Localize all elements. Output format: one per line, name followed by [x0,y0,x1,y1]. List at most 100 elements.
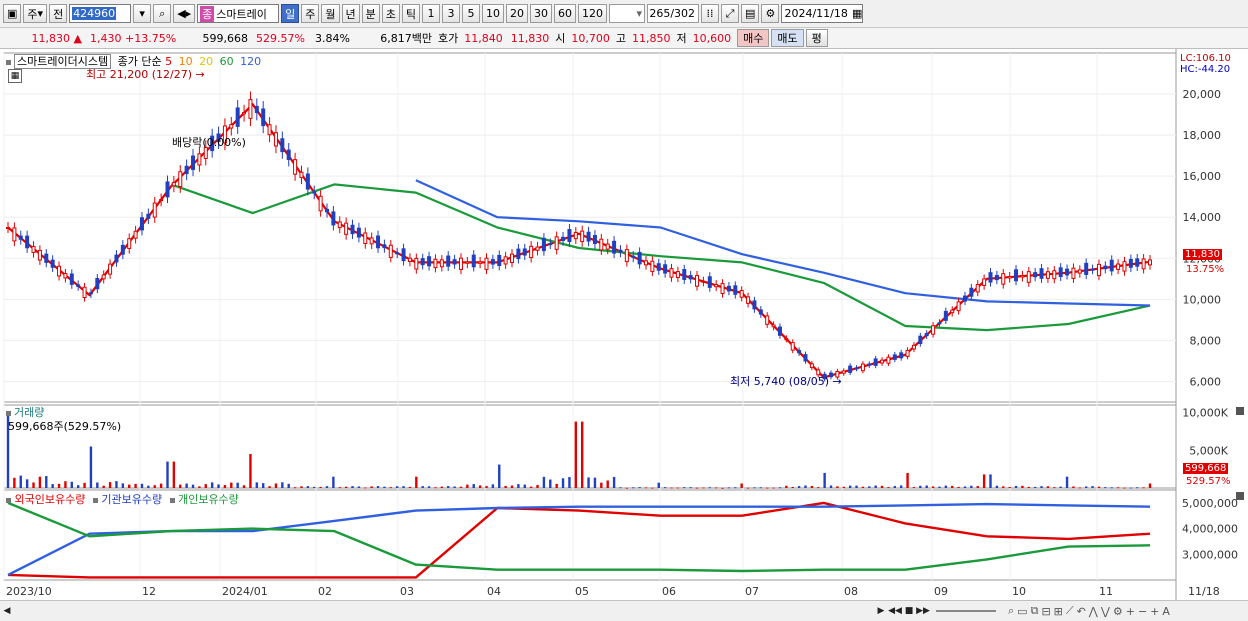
bar-count-field[interactable]: 265/302 [647,4,700,23]
rewind-icon[interactable]: ◀◀ [888,604,902,618]
window-icon[interactable]: ▭ [1017,605,1027,618]
stock-name-field[interactable]: 종 스마트레이 [197,4,280,23]
volume-bar [695,487,699,489]
gear-icon[interactable]: ⚙ [761,4,780,23]
volume-bar [549,479,552,488]
settings-icon[interactable]: ⚙ [1113,605,1123,618]
sell-button[interactable]: 매도 [771,29,804,47]
date-field[interactable]: 2024/11/18 ▦ [781,4,864,23]
undo-icon[interactable]: ↶ [1077,605,1086,618]
flat-button[interactable]: 평 [805,29,828,47]
pattern-icon[interactable]: ⋀ [1089,605,1098,618]
bar-total: /302 [670,7,696,20]
chart-menu-icon[interactable]: ▣ [3,4,22,23]
candle-body [1096,263,1101,277]
grid-icon[interactable]: ⁞⁞ [701,4,720,23]
copy-icon[interactable]: ⧉ [1031,604,1039,618]
tf-month-button[interactable]: 월 [321,4,340,23]
stop-icon[interactable]: ■ [902,604,916,618]
pattern2-icon[interactable]: ⋁ [1101,605,1110,618]
volume-bar [1072,486,1075,488]
candle-body [586,231,591,242]
forward-icon[interactable]: ▶▶ [916,604,930,618]
tf-second-button[interactable]: 초 [381,4,400,23]
volume-bar [683,487,686,489]
buy-button[interactable]: 매수 [737,29,770,47]
chart-area[interactable]: 20,00018,00016,00014,00012,00010,0008,00… [0,49,1248,600]
candle-body [273,132,278,147]
table-toggle-icon[interactable]: ▦ [8,69,22,83]
tf-minute-button[interactable]: 분 [361,4,380,23]
volume-bar [370,486,373,488]
candle-body [726,285,731,292]
code-dropdown-icon[interactable]: ▾ [133,4,152,23]
scroll-track[interactable] [14,604,874,618]
tf-week-button[interactable]: 주 [301,4,320,23]
candle-body [235,107,240,127]
candle-body [752,300,757,310]
candle-body [1109,259,1114,272]
search-icon[interactable]: ⌕ [153,4,172,23]
draw-icon[interactable]: ⤢ [721,4,740,23]
candle-body [675,271,680,279]
candle-body [401,248,406,262]
period-select[interactable]: 주 ▾ [23,4,48,23]
volume-bar [1027,486,1030,488]
calendar-icon[interactable]: ▦ [852,7,862,20]
interval-30-button[interactable]: 30 [530,4,553,23]
add-icon[interactable]: + [1150,605,1159,618]
volume-bar [102,485,105,488]
candle-body [1148,259,1152,266]
volume-bar [498,464,501,488]
zoom-in-icon[interactable]: + [1126,605,1135,618]
volume-bar [108,482,112,488]
interval-60-button[interactable]: 60 [554,4,577,23]
price-tag: 11,830 [1183,249,1222,260]
volume-tick-label: 10,000K [1182,407,1228,420]
candle-body [25,235,30,249]
candle-body [1128,258,1133,268]
volume-bar [13,477,16,488]
volume-bar [855,485,858,488]
panel-frame [3,404,1177,489]
zoom-out-icon[interactable]: − [1138,605,1147,618]
candle-body [516,248,521,260]
tf-year-button[interactable]: 년 [341,4,360,23]
candle-body [299,171,304,179]
interval-5-button[interactable]: 5 [462,4,481,23]
volume-bar [504,485,507,488]
volume-bar [606,480,609,488]
interval-10-button[interactable]: 10 [482,4,505,23]
scroll-left-icon[interactable]: ◀ [0,604,14,618]
font-icon[interactable]: A [1162,605,1170,618]
sound-icon[interactable]: ◀▸ [173,4,196,23]
save-icon[interactable]: ▤ [741,4,760,23]
volume-bar [1065,476,1069,488]
stock-code-input[interactable]: 424960 [69,4,132,23]
volume-bar [823,472,826,488]
x-tick-label: 06 [662,585,676,598]
candle-body [331,211,336,226]
interval-3-button[interactable]: 3 [442,4,461,23]
scroll-right-icon[interactable]: ▶ [874,604,888,618]
volume-bar [115,481,118,488]
volume-bar [899,485,903,488]
interval-1-button[interactable]: 1 [422,4,441,23]
trend-icon[interactable]: ⟋ [1066,604,1074,618]
candle-body [356,227,361,238]
legend-institution: 기관보유수량 [101,493,163,506]
layout-icon[interactable]: ⊟ [1041,605,1050,618]
tf-tick-button[interactable]: 틱 [401,4,421,23]
volume-bar [772,487,775,489]
arrange-icon[interactable]: ⊞ [1054,605,1063,618]
interval-20-button[interactable]: 20 [506,4,529,23]
prev-button[interactable]: 전 [49,4,68,23]
zoom-icon[interactable]: ⌕ [1008,604,1014,618]
tf-day-button[interactable]: 일 [281,4,300,23]
interval-120-button[interactable]: 120 [578,4,608,23]
volume-bar [351,486,354,488]
zoom-slider[interactable] [936,610,996,612]
volume-bar [1136,487,1139,489]
interval-custom-select[interactable]: ▾ [609,4,646,23]
volume-bar [274,483,278,488]
